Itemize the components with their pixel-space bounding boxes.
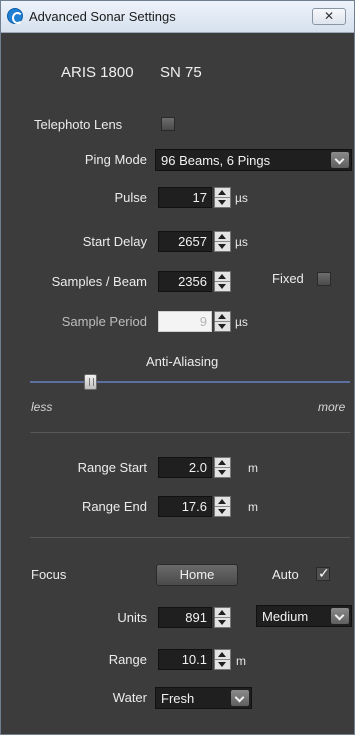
focus-units-input[interactable]: 891 <box>158 607 212 628</box>
increment-arrow-icon[interactable] <box>215 232 230 242</box>
increment-arrow-icon[interactable] <box>215 272 230 282</box>
ping-mode-label: Ping Mode <box>84 152 147 167</box>
device-serial: SN 75 <box>160 64 202 81</box>
range-start-unit: m <box>248 461 258 475</box>
divider <box>30 432 350 433</box>
telephoto-lens-label: Telephoto Lens <box>34 117 123 132</box>
focus-auto-checkbox[interactable] <box>316 565 330 582</box>
range-end-input[interactable]: 17.6 <box>158 496 212 517</box>
start-delay-input[interactable]: 2657 <box>158 231 212 252</box>
start-delay-label: Start Delay <box>82 234 147 249</box>
fixed-label: Fixed <box>272 271 304 286</box>
increment-arrow-icon[interactable] <box>215 608 230 618</box>
slider-min-label: less <box>31 400 53 414</box>
close-button[interactable]: ✕ <box>312 8 346 25</box>
pulse-label: Pulse <box>114 190 147 205</box>
decrement-arrow-icon[interactable] <box>215 468 230 477</box>
decrement-arrow-icon[interactable] <box>215 242 230 251</box>
title-bar[interactable]: Advanced Sonar Settings ✕ <box>1 1 354 33</box>
increment-arrow-icon[interactable] <box>215 188 230 198</box>
device-model: ARIS 1800 <box>61 64 134 81</box>
sample-period-input: 9 <box>158 311 212 332</box>
focus-range-label: Range <box>108 652 147 667</box>
anti-aliasing-label: Anti-Aliasing <box>146 354 219 369</box>
decrement-arrow-icon[interactable] <box>215 618 230 627</box>
increment-arrow-icon <box>215 312 230 322</box>
decrement-arrow-icon <box>215 322 230 331</box>
focus-home-button[interactable]: Home <box>156 564 238 586</box>
pulse-stepper[interactable] <box>214 187 231 208</box>
samples-per-beam-label: Samples / Beam <box>51 274 147 289</box>
focus-range-input[interactable]: 10.1 <box>158 649 212 670</box>
advanced-sonar-settings-window: Advanced Sonar Settings ✕ ARIS 1800 SN 7… <box>0 0 355 735</box>
range-start-stepper[interactable] <box>214 457 231 478</box>
range-start-input[interactable]: 2.0 <box>158 457 212 478</box>
sample-period-stepper <box>214 311 231 332</box>
range-end-unit: m <box>248 500 258 514</box>
focus-speed-dropdown[interactable]: Medium <box>256 605 352 627</box>
sample-period-unit: µs <box>235 315 248 329</box>
focus-speed-value: Medium <box>262 609 309 624</box>
range-end-stepper[interactable] <box>214 496 231 517</box>
decrement-arrow-icon[interactable] <box>215 507 230 516</box>
decrement-arrow-icon[interactable] <box>215 282 230 291</box>
increment-arrow-icon[interactable] <box>215 497 230 507</box>
samples-per-beam-input[interactable]: 2356 <box>158 271 212 292</box>
decrement-arrow-icon[interactable] <box>215 198 230 207</box>
focus-units-label: Units <box>117 610 147 625</box>
window-title: Advanced Sonar Settings <box>29 9 176 24</box>
close-icon: ✕ <box>323 9 335 23</box>
app-icon <box>7 8 23 24</box>
chevron-down-icon <box>231 690 249 706</box>
anti-aliasing-slider-handle[interactable] <box>84 374 97 390</box>
slider-max-label: more <box>318 400 346 414</box>
water-label: Water <box>112 690 147 705</box>
start-delay-unit: µs <box>235 235 248 249</box>
focus-units-stepper[interactable] <box>214 607 231 628</box>
increment-arrow-icon[interactable] <box>215 650 230 660</box>
range-start-label: Range Start <box>77 460 147 475</box>
ping-mode-dropdown[interactable]: 96 Beams, 6 Pings <box>155 149 352 171</box>
focus-range-unit: m <box>236 654 246 668</box>
sample-period-label: Sample Period <box>61 314 147 329</box>
ping-mode-value: 96 Beams, 6 Pings <box>161 153 271 168</box>
range-end-label: Range End <box>81 499 147 514</box>
focus-label: Focus <box>31 567 67 582</box>
telephoto-lens-checkbox[interactable] <box>161 117 175 131</box>
pulse-input[interactable]: 17 <box>158 187 212 208</box>
water-type-dropdown[interactable]: Fresh <box>155 687 252 709</box>
divider <box>30 537 350 538</box>
chevron-down-icon <box>331 152 349 168</box>
focus-range-stepper[interactable] <box>214 649 231 670</box>
pulse-unit: µs <box>235 191 248 205</box>
decrement-arrow-icon[interactable] <box>215 660 230 669</box>
increment-arrow-icon[interactable] <box>215 458 230 468</box>
focus-auto-label: Auto <box>272 567 299 582</box>
anti-aliasing-slider-track[interactable] <box>30 381 350 383</box>
chevron-down-icon <box>331 608 349 624</box>
samples-per-beam-stepper[interactable] <box>214 271 231 292</box>
start-delay-stepper[interactable] <box>214 231 231 252</box>
fixed-checkbox[interactable] <box>317 272 331 286</box>
water-type-value: Fresh <box>161 691 195 706</box>
